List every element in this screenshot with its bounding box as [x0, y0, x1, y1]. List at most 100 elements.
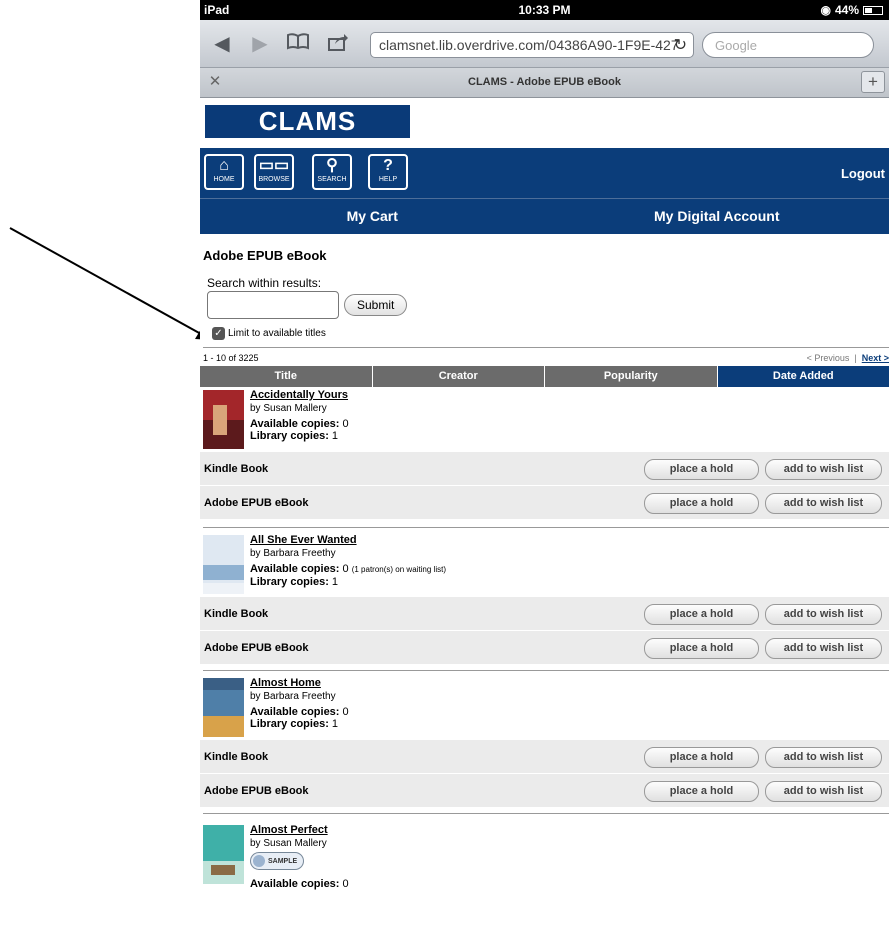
library-value: 1 [331, 718, 339, 730]
search-button[interactable]: ⚲ SEARCH [312, 154, 352, 190]
main-content: Adobe EPUB eBook Search within results: … [200, 248, 889, 902]
search-field[interactable]: Google [702, 32, 874, 58]
address-bar[interactable]: clamsnet.lib.overdrive.com/04386A90-1F9E… [370, 32, 694, 58]
my-account-link[interactable]: My Digital Account [545, 199, 889, 234]
result-count: 1 - 10 of 3225 [203, 353, 259, 363]
share-icon[interactable] [324, 32, 352, 56]
add-wish-list-button[interactable]: add to wish list [765, 493, 882, 514]
format-row: Adobe EPUB eBook place a hold add to wis… [200, 485, 889, 519]
book-info: Accidentally Yours by Susan Mallery Avai… [203, 387, 889, 451]
search-within-input[interactable] [207, 291, 339, 319]
sample-label: SAMPLE [268, 857, 298, 865]
available-copies: Available copies: 0 (1 patron(s) on wait… [250, 563, 446, 576]
sort-bar: Title Creator Popularity Date Added [200, 366, 889, 387]
sort-date-added[interactable]: Date Added [717, 366, 889, 387]
book-cover[interactable] [203, 825, 244, 884]
search-within-label: Search within results: [207, 276, 322, 290]
available-label: Available copies: [250, 418, 340, 430]
question-icon: ? [383, 157, 393, 174]
library-label: Library copies: [250, 718, 329, 730]
book-info: Almost Home by Barbara Freethy Available… [203, 675, 889, 739]
library-value: 1 [331, 430, 339, 442]
place-hold-button[interactable]: place a hold [644, 638, 759, 659]
site-nav: ⌂ HOME ▭▭ BROWSE ⚲ SEARCH ? HELP Logout [200, 148, 889, 198]
format-name: Kindle Book [204, 608, 269, 620]
list-item: All She Ever Wanted by Barbara Freethy A… [200, 532, 889, 671]
bookmarks-icon[interactable] [284, 32, 312, 56]
format-name: Kindle Book [204, 751, 269, 763]
sample-button[interactable]: SAMPLE [250, 852, 305, 870]
sort-popularity[interactable]: Popularity [545, 366, 718, 387]
pager: < Previous | Next > [806, 353, 889, 363]
help-label: HELP [378, 176, 398, 183]
book-author: by Susan Mallery [250, 403, 327, 414]
book-author: by Barbara Freethy [250, 548, 336, 559]
new-tab-icon[interactable]: + [861, 71, 885, 93]
my-cart-link[interactable]: My Cart [200, 199, 545, 234]
available-copies: Available copies: 0 [250, 418, 349, 430]
format-row: Adobe EPUB eBook place a hold add to wis… [200, 630, 889, 664]
add-wish-list-button[interactable]: add to wish list [765, 638, 882, 659]
home-label: HOME [213, 176, 235, 183]
site-header: CLAMS [200, 98, 889, 148]
home-button[interactable]: ⌂ HOME [204, 154, 244, 190]
format-row: Adobe EPUB eBook place a hold add to wis… [200, 773, 889, 807]
add-wish-list-button[interactable]: add to wish list [765, 781, 882, 802]
book-title-link[interactable]: All She Ever Wanted [250, 534, 446, 546]
clams-logo[interactable]: CLAMS [205, 105, 410, 138]
tab-title[interactable]: CLAMS - Adobe EPUB eBook [200, 76, 889, 88]
place-hold-button[interactable]: place a hold [644, 781, 759, 802]
back-icon[interactable]: ◀ [208, 32, 236, 56]
book-cover[interactable] [203, 390, 244, 449]
place-hold-button[interactable]: place a hold [644, 493, 759, 514]
book-author: by Susan Mallery [250, 838, 327, 849]
place-hold-button[interactable]: place a hold [644, 459, 759, 480]
book-details: All She Ever Wanted by Barbara Freethy A… [250, 534, 446, 588]
place-hold-button[interactable]: place a hold [644, 747, 759, 768]
place-hold-button[interactable]: place a hold [644, 604, 759, 625]
forward-icon[interactable]: ▶ [246, 32, 274, 56]
format-name: Kindle Book [204, 463, 269, 475]
list-item: Accidentally Yours by Susan Mallery Avai… [200, 387, 889, 528]
format-name: Adobe EPUB eBook [204, 497, 309, 509]
book-cover[interactable] [203, 678, 244, 737]
format-row: Kindle Book place a hold add to wish lis… [200, 739, 889, 773]
add-wish-list-button[interactable]: add to wish list [765, 459, 882, 480]
battery-percent: 44% [834, 3, 859, 17]
sort-creator[interactable]: Creator [372, 366, 545, 387]
format-name: Adobe EPUB eBook [204, 642, 309, 654]
sort-title[interactable]: Title [200, 366, 373, 387]
available-copies: Available copies: 0 [250, 878, 349, 890]
waiting-note: (1 patron(s) on waiting list) [351, 565, 446, 574]
clock: 10:33 PM [518, 3, 571, 17]
add-wish-list-button[interactable]: add to wish list [765, 604, 882, 625]
submit-button[interactable]: Submit [344, 294, 408, 316]
book-cover[interactable] [203, 535, 244, 594]
format-name: Adobe EPUB eBook [204, 785, 309, 797]
limit-available-checkbox[interactable]: ✓ [212, 327, 225, 340]
book-title-link[interactable]: Accidentally Yours [250, 389, 349, 401]
lock-rotation-icon: ◉ [820, 3, 831, 17]
limit-available-label: Limit to available titles [228, 328, 326, 339]
add-wish-list-button[interactable]: add to wish list [765, 747, 882, 768]
browse-button[interactable]: ▭▭ BROWSE [254, 154, 294, 190]
previous-link[interactable]: < Previous [807, 353, 850, 363]
library-copies: Library copies: 1 [250, 576, 446, 588]
book-title-link[interactable]: Almost Home [250, 677, 349, 689]
library-label: Library copies: [250, 576, 329, 588]
magnifier-icon: ⚲ [326, 157, 338, 174]
reload-icon[interactable]: ↻ [674, 35, 687, 55]
book-title-link[interactable]: Almost Perfect [250, 824, 349, 836]
help-button[interactable]: ? HELP [368, 154, 408, 190]
book-details: Accidentally Yours by Susan Mallery Avai… [250, 389, 349, 442]
library-value: 1 [331, 576, 339, 588]
address-text: clamsnet.lib.overdrive.com/04386A90-1F9E… [379, 37, 679, 53]
page-title: Adobe EPUB eBook [203, 248, 327, 263]
account-bar: My Cart My Digital Account [200, 198, 889, 234]
book-icon: ▭▭ [258, 157, 290, 174]
format-row: Kindle Book place a hold add to wish lis… [200, 451, 889, 485]
next-link[interactable]: Next > [862, 353, 889, 363]
logout-link[interactable]: Logout [841, 166, 885, 181]
